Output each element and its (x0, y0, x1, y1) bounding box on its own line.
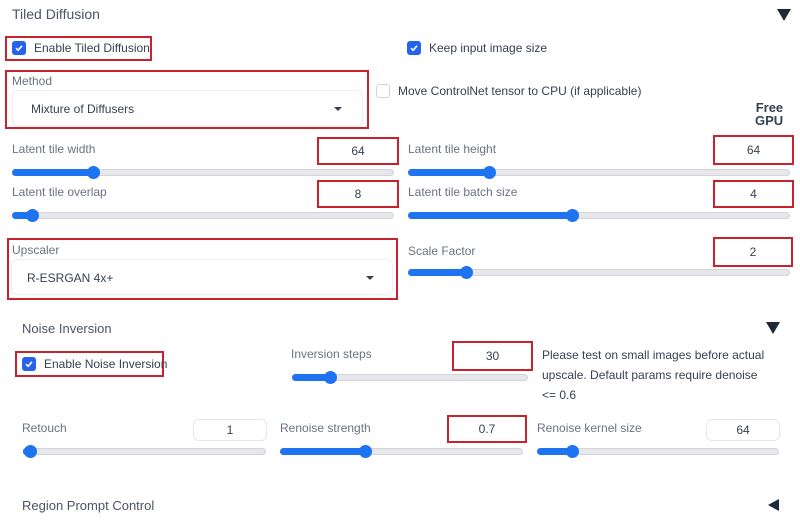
slider-thumb[interactable] (324, 371, 338, 384)
slider-thumb[interactable] (482, 166, 496, 179)
tiled-diffusion-title: Tiled Diffusion (12, 6, 100, 22)
keep-input-image-size-label: Keep input image size (429, 41, 548, 55)
slider-thumb[interactable] (359, 445, 373, 458)
scale-factor-slider[interactable] (408, 266, 790, 279)
slider-fill (280, 448, 365, 455)
upscaler-dropdown[interactable]: R-ESRGAN 4x+ (11, 259, 393, 295)
noise-inversion-title: Noise Inversion (22, 321, 112, 336)
slider-thumb[interactable] (86, 166, 100, 179)
retouch-slider[interactable] (23, 445, 266, 458)
renoise-kernel-size-slider[interactable] (537, 445, 779, 458)
region-prompt-control-title: Region Prompt Control (22, 498, 155, 513)
upscaler-label: Upscaler (12, 243, 60, 257)
scale-factor-label: Scale Factor (408, 244, 476, 258)
inversion-steps-slider[interactable] (292, 371, 528, 384)
latent-tile-batch-size-slider[interactable] (408, 209, 790, 222)
chevron-down-icon (366, 276, 374, 280)
checkbox-checked-icon[interactable] (12, 41, 26, 55)
latent-tile-width-input[interactable]: 64 (317, 137, 399, 165)
upscaler-value: R-ESRGAN 4x+ (27, 271, 114, 285)
latent-tile-overlap-label: Latent tile overlap (12, 185, 107, 199)
checkbox-checked-icon[interactable] (22, 357, 36, 371)
scale-factor-input[interactable]: 2 (713, 237, 793, 267)
latent-tile-height-input[interactable]: 64 (713, 135, 794, 165)
latent-tile-width-slider[interactable] (12, 166, 394, 179)
keep-input-image-size-checkbox[interactable]: Keep input image size (407, 41, 547, 55)
slider-thumb[interactable] (24, 445, 37, 458)
method-value: Mixture of Diffusers (31, 102, 135, 116)
enable-noise-inversion-checkbox[interactable]: Enable Noise Inversion (22, 357, 167, 371)
renoise-strength-slider[interactable] (280, 445, 523, 458)
collapse-noise-inversion-icon[interactable] (766, 322, 780, 334)
latent-tile-height-slider[interactable] (408, 166, 790, 179)
method-label: Method (12, 74, 53, 88)
checkbox-checked-icon[interactable] (407, 41, 421, 55)
free-gpu-button[interactable]: Free GPU (755, 101, 783, 127)
latent-tile-batch-size-input[interactable]: 4 (713, 180, 794, 208)
inversion-steps-input[interactable]: 30 (452, 341, 533, 371)
chevron-down-icon (334, 107, 342, 111)
collapse-tiled-diffusion-icon[interactable] (777, 9, 791, 21)
latent-tile-batch-size-label: Latent tile batch size (408, 185, 518, 199)
move-controlnet-label: Move ControlNet tensor to CPU (if applic… (398, 84, 642, 98)
move-controlnet-checkbox[interactable]: Move ControlNet tensor to CPU (if applic… (376, 84, 641, 98)
slider-fill (408, 169, 488, 176)
retouch-label: Retouch (22, 421, 67, 435)
renoise-strength-label: Renoise strength (280, 421, 371, 435)
slider-thumb[interactable] (460, 266, 473, 279)
slider-fill (12, 169, 92, 176)
latent-tile-overlap-slider[interactable] (12, 209, 394, 222)
enable-tiled-diffusion-checkbox[interactable]: Enable Tiled Diffusion (12, 41, 150, 55)
latent-tile-height-label: Latent tile height (408, 142, 497, 156)
slider-fill (408, 269, 465, 276)
latent-tile-overlap-input[interactable]: 8 (317, 180, 399, 208)
renoise-kernel-size-label: Renoise kernel size (537, 421, 642, 435)
latent-tile-width-label: Latent tile width (12, 142, 96, 156)
inversion-steps-label: Inversion steps (291, 347, 372, 361)
noise-inversion-note: Please test on small images before actua… (542, 348, 765, 402)
slider-fill (408, 212, 572, 219)
enable-noise-inversion-label: Enable Noise Inversion (44, 357, 168, 371)
retouch-input[interactable]: 1 (193, 419, 267, 441)
checkbox-unchecked-icon[interactable] (376, 84, 390, 98)
slider-thumb[interactable] (566, 209, 580, 222)
slider-thumb[interactable] (565, 445, 579, 458)
renoise-kernel-size-input[interactable]: 64 (706, 419, 780, 441)
method-dropdown[interactable]: Mixture of Diffusers (12, 90, 363, 126)
slider-thumb[interactable] (26, 209, 39, 222)
enable-tiled-diffusion-label: Enable Tiled Diffusion (34, 41, 150, 55)
renoise-strength-input[interactable]: 0.7 (447, 415, 527, 443)
expand-region-prompt-icon[interactable] (768, 499, 779, 511)
